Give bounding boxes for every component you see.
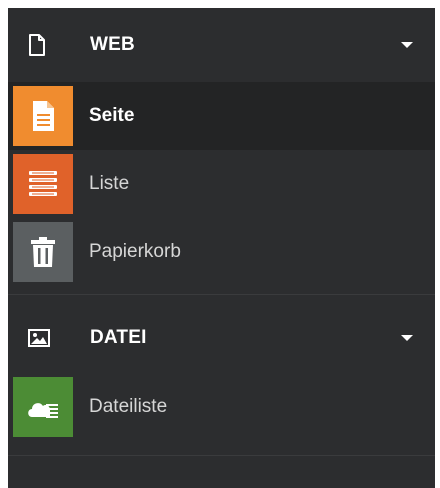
menu-item-label: Seite <box>89 105 135 126</box>
group-header-web[interactable]: WEB <box>8 8 435 82</box>
group-divider <box>8 455 435 456</box>
chevron-down-icon[interactable] <box>401 335 413 341</box>
module-menu-panel: WEB Seite Liste Papierkorb DATEI Dateili… <box>8 8 435 488</box>
page-outline-icon <box>28 34 68 56</box>
chevron-down-icon[interactable] <box>401 42 413 48</box>
menu-item-label: Papierkorb <box>89 241 181 262</box>
group-header-datei[interactable]: DATEI <box>8 295 435 381</box>
menu-item-label: Dateiliste <box>89 396 168 417</box>
list-icon <box>13 154 73 214</box>
image-icon <box>28 329 68 347</box>
group-label-web: WEB <box>90 34 135 55</box>
group-label-datei: DATEI <box>90 327 147 348</box>
menu-item-dateiliste[interactable]: Dateiliste <box>8 373 435 441</box>
trash-icon <box>13 222 73 282</box>
menu-item-seite[interactable]: Seite <box>8 82 435 150</box>
menu-item-liste[interactable]: Liste <box>8 150 435 218</box>
menu-item-label: Liste <box>89 173 130 194</box>
menu-item-papierkorb[interactable]: Papierkorb <box>8 218 435 286</box>
cloud-list-icon <box>13 377 73 437</box>
page-icon <box>13 86 73 146</box>
